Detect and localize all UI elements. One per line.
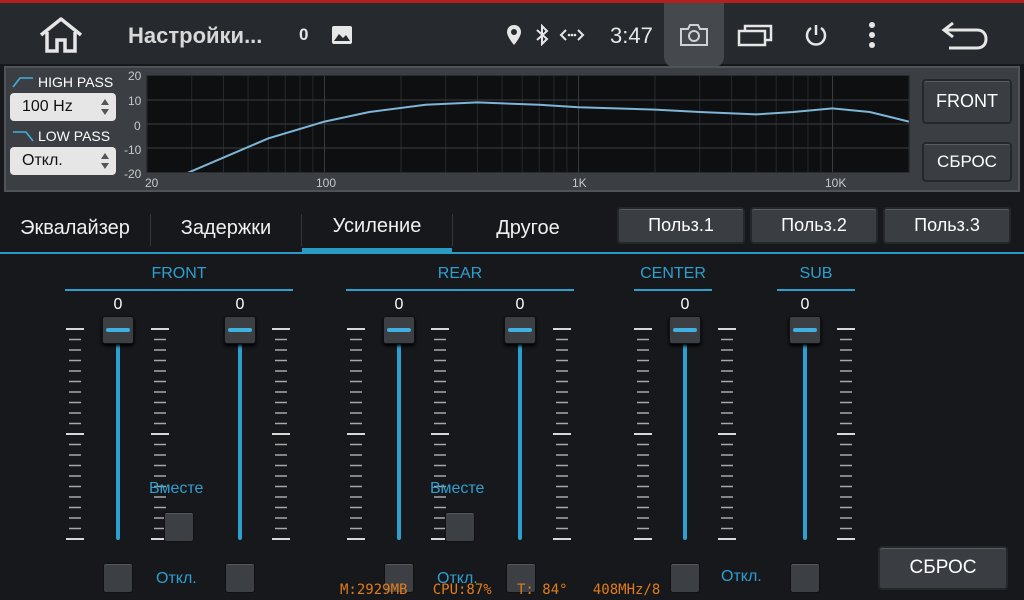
tick-scale — [718, 328, 736, 540]
tick-scale — [634, 328, 652, 540]
high-pass-label: HIGH PASS — [12, 74, 113, 90]
image-icon — [330, 23, 354, 47]
rear-together-label: Вместе — [430, 480, 485, 497]
location-icon — [504, 23, 524, 47]
front-right-value: 0 — [235, 296, 245, 313]
tick-scale — [431, 328, 449, 540]
group-rear-title: REAR — [437, 265, 483, 282]
gain-reset-button[interactable]: СБРОС — [878, 546, 1008, 590]
rear-left-value: 0 — [394, 296, 404, 313]
back-icon[interactable] — [940, 17, 990, 53]
rear-right-track[interactable] — [518, 330, 522, 540]
tick-scale — [272, 328, 290, 540]
front-left-off-checkbox[interactable] — [103, 563, 133, 593]
tick-scale — [66, 328, 84, 540]
low-pass-value: Откл. — [22, 152, 63, 169]
tick-scale — [347, 328, 365, 540]
front-left-slider-handle[interactable] — [102, 316, 134, 344]
low-pass-icon — [13, 131, 34, 142]
tab-equalizer[interactable]: Эквалайзер — [0, 204, 150, 252]
more-icon[interactable] — [862, 19, 882, 51]
front-left-value: 0 — [113, 296, 123, 313]
preset-user2-button[interactable]: Польз.2 — [750, 207, 878, 244]
filter-reset-button[interactable]: СБРОС — [922, 142, 1012, 182]
front-together-label: Вместе — [149, 480, 204, 497]
low-pass-spinner[interactable]: Откл. — [10, 147, 116, 175]
rear-together-checkbox[interactable] — [445, 512, 475, 542]
center-track[interactable] — [683, 330, 687, 540]
group-center-line — [634, 289, 712, 291]
front-right-track[interactable] — [238, 330, 242, 540]
low-pass-label: LOW PASS — [12, 128, 110, 144]
sub-value: 0 — [800, 296, 810, 313]
recents-icon[interactable] — [736, 21, 774, 49]
tab-other[interactable]: Другое — [453, 204, 603, 252]
sub-slider-handle[interactable] — [789, 316, 821, 344]
channel-front-button[interactable]: FRONT — [922, 79, 1012, 124]
clock: 3:47 — [610, 23, 653, 48]
tick-scale — [151, 328, 169, 540]
group-center-title: CENTER — [640, 265, 706, 282]
high-pass-icon — [12, 77, 33, 88]
sub-off-checkbox[interactable] — [790, 563, 820, 593]
rear-right-value: 0 — [515, 296, 525, 313]
x-tick-label: 10K — [825, 176, 847, 190]
group-sub-title: SUB — [799, 265, 833, 282]
app-title: Настройки... — [128, 23, 263, 48]
front-together-checkbox[interactable] — [164, 512, 194, 542]
bluetooth-icon — [532, 23, 552, 47]
link-icon — [558, 25, 586, 45]
y-tick-label: 20 — [128, 69, 142, 83]
y-tick-label: 0 — [134, 119, 141, 133]
front-off-label: Откл. — [156, 570, 197, 587]
rear-left-track[interactable] — [397, 330, 401, 540]
group-front-line — [65, 289, 293, 291]
y-tick-label: 10 — [128, 94, 142, 108]
high-pass-spinner[interactable]: 100 Hz — [10, 93, 116, 121]
front-right-off-checkbox[interactable] — [225, 563, 255, 593]
low-pass-text: LOW PASS — [38, 128, 111, 144]
tab-gain[interactable]: Усиление — [302, 204, 452, 252]
x-tick-label: 20 — [145, 176, 159, 190]
power-icon[interactable] — [802, 21, 830, 49]
home-icon[interactable] — [36, 13, 86, 57]
y-tick-label: -20 — [124, 167, 142, 181]
tab-delays[interactable]: Задержки — [151, 204, 301, 252]
x-tick-label: 100 — [316, 176, 337, 190]
spinner-arrows-icon — [101, 99, 109, 115]
response-curve — [183, 101, 910, 176]
high-pass-text: HIGH PASS — [38, 74, 114, 90]
notification-count: 0 — [299, 25, 309, 44]
tick-scale — [837, 328, 855, 540]
rear-right-slider-handle[interactable] — [504, 316, 536, 344]
center-value: 0 — [680, 296, 690, 313]
frequency-response-graph — [146, 75, 910, 176]
front-left-track[interactable] — [116, 330, 120, 540]
preset-user3-button[interactable]: Польз.3 — [883, 207, 1011, 244]
high-pass-value: 100 Hz — [22, 98, 73, 115]
group-rear-line — [346, 289, 574, 291]
preset-user1-button[interactable]: Польз.1 — [617, 207, 745, 244]
status-bar: Настройки... 0 3:47 — [0, 0, 1024, 67]
spinner-arrows-icon — [101, 153, 109, 169]
group-sub-line — [777, 289, 855, 291]
rear-left-slider-handle[interactable] — [383, 316, 415, 344]
tick-scale — [553, 328, 571, 540]
center-slider-handle[interactable] — [669, 316, 701, 344]
camera-icon[interactable] — [678, 21, 710, 49]
x-tick-label: 1K — [572, 176, 587, 190]
sub-track[interactable] — [803, 330, 807, 540]
front-right-slider-handle[interactable] — [224, 316, 256, 344]
center-off-checkbox[interactable] — [670, 563, 700, 593]
system-stats-overlay: M:2929MB CPU:87% T: 84° 408MHz/8 — [340, 582, 661, 598]
group-front-title: FRONT — [151, 265, 207, 282]
y-tick-label: -10 — [124, 143, 142, 157]
center-off-label: Откл. — [721, 568, 762, 585]
